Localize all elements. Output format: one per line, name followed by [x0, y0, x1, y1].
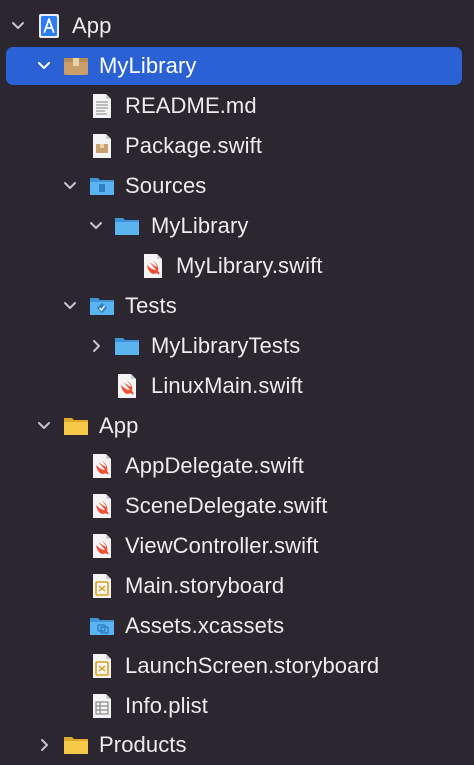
folder-icon — [115, 338, 139, 355]
nav-item-mylibrary-folder[interactable]: MyLibrary — [0, 206, 474, 246]
nav-item-label: Assets.xcassets — [125, 613, 285, 638]
nav-item-package-swift[interactable]: Package.swift — [0, 126, 474, 166]
storyboard-icon — [93, 574, 111, 598]
chevron-down-icon[interactable] — [10, 18, 26, 34]
chevron-right-icon[interactable] — [36, 737, 52, 753]
yellow-folder-icon — [64, 737, 88, 754]
nav-item-label: AppDelegate.swift — [125, 453, 305, 478]
nav-item-app-group[interactable]: App — [0, 406, 474, 446]
plist-icon — [93, 694, 111, 718]
nav-item-scenedelegate-swift[interactable]: SceneDelegate.swift — [0, 486, 474, 526]
nav-item-mylibrarytests[interactable]: MyLibraryTests — [0, 326, 474, 366]
tests-folder-icon — [90, 298, 114, 315]
nav-item-label: App — [99, 413, 139, 438]
nav-item-info-plist[interactable]: Info.plist — [0, 686, 474, 726]
project-navigator: App MyLibrary README.md Package.swift So… — [0, 0, 474, 762]
nav-item-label: MyLibrary — [151, 213, 249, 238]
swift-file-icon — [118, 374, 136, 398]
text-document-icon — [93, 94, 111, 118]
nav-item-label: MyLibraryTests — [151, 333, 301, 358]
nav-item-label: MyLibrary — [99, 53, 197, 78]
nav-item-label: SceneDelegate.swift — [125, 493, 328, 518]
yellow-folder-icon — [64, 418, 88, 435]
nav-item-mylibrary-swift[interactable]: MyLibrary.swift — [0, 246, 474, 286]
nav-item-products[interactable]: Products — [0, 725, 474, 765]
swift-file-icon — [93, 454, 111, 478]
nav-item-label: App — [72, 13, 112, 38]
nav-item-main-storyboard[interactable]: Main.storyboard — [0, 566, 474, 606]
nav-item-label: Package.swift — [125, 133, 263, 158]
nav-item-appdelegate-swift[interactable]: AppDelegate.swift — [0, 446, 474, 486]
chevron-down-icon[interactable] — [88, 218, 104, 234]
nav-item-label: LaunchScreen.storyboard — [125, 653, 380, 678]
nav-item-linuxmain-swift[interactable]: LinuxMain.swift — [0, 366, 474, 406]
nav-item-mylibrary-package[interactable]: MyLibrary — [0, 46, 474, 86]
nav-item-label: Info.plist — [125, 693, 208, 718]
chevron-down-icon[interactable] — [62, 178, 78, 194]
nav-item-label: Sources — [125, 173, 207, 198]
package-icon — [64, 58, 88, 75]
nav-item-viewcontroller-swift[interactable]: ViewController.swift — [0, 526, 474, 566]
chevron-down-icon[interactable] — [36, 418, 52, 434]
nav-item-readme[interactable]: README.md — [0, 86, 474, 126]
nav-item-tests[interactable]: Tests — [0, 286, 474, 326]
chevron-right-icon[interactable] — [88, 338, 104, 354]
swift-file-icon — [93, 494, 111, 518]
nav-item-label: README.md — [125, 93, 257, 118]
chevron-down-icon[interactable] — [62, 298, 78, 314]
nav-item-label: ViewController.swift — [125, 533, 319, 558]
swift-file-icon — [93, 534, 111, 558]
folder-icon — [115, 218, 139, 235]
nav-item-app-project[interactable]: App — [0, 6, 474, 46]
package-manifest-icon — [93, 134, 111, 158]
nav-item-assets-xcassets[interactable]: Assets.xcassets — [0, 606, 474, 646]
nav-item-sources[interactable]: Sources — [0, 166, 474, 206]
chevron-down-icon[interactable] — [36, 58, 52, 74]
storyboard-icon — [93, 654, 111, 678]
nav-item-label: LinuxMain.swift — [151, 373, 303, 398]
swift-file-icon — [144, 254, 162, 278]
nav-item-label: Main.storyboard — [125, 573, 285, 598]
nav-item-label: Tests — [125, 293, 177, 318]
asset-catalog-icon — [90, 618, 114, 635]
xcode-project-icon — [39, 14, 59, 38]
nav-item-label: MyLibrary.swift — [176, 253, 323, 278]
nav-item-launchscreen-storyboard[interactable]: LaunchScreen.storyboard — [0, 646, 474, 686]
nav-item-label: Products — [99, 732, 187, 757]
sources-folder-icon — [90, 178, 114, 195]
